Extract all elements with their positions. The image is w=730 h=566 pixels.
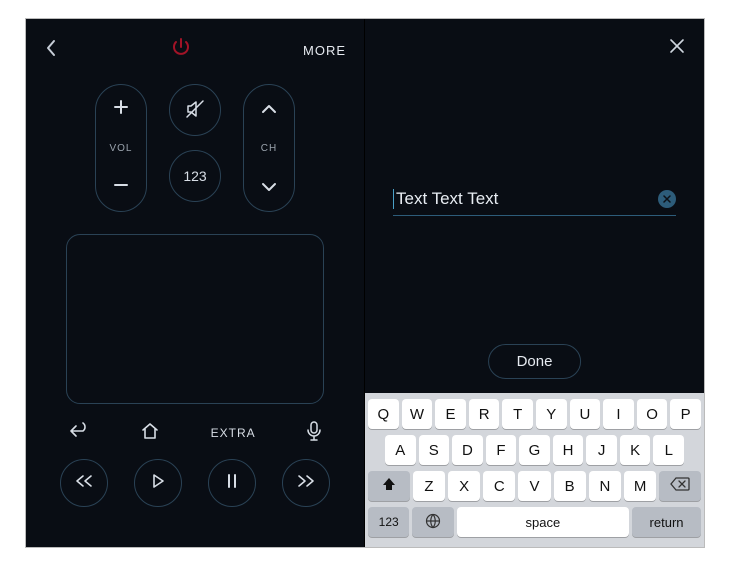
globe-icon — [425, 513, 441, 532]
fast-forward-button[interactable] — [282, 459, 330, 507]
key-x[interactable]: X — [448, 471, 480, 501]
clear-input-icon[interactable] — [658, 190, 676, 208]
key-a[interactable]: A — [385, 435, 416, 465]
key-m[interactable]: M — [624, 471, 656, 501]
keyboard-row-1: QWERTYUIOP — [368, 399, 701, 429]
globe-key[interactable] — [412, 507, 453, 537]
key-q[interactable]: Q — [368, 399, 399, 429]
channel-down-icon[interactable] — [261, 177, 277, 197]
keyboard-row-3: ZXCVBNM — [368, 471, 701, 501]
pause-icon — [225, 473, 239, 494]
key-t[interactable]: T — [502, 399, 533, 429]
key-b[interactable]: B — [554, 471, 586, 501]
play-icon — [151, 473, 165, 494]
key-y[interactable]: Y — [536, 399, 567, 429]
close-icon[interactable] — [668, 37, 686, 60]
volume-label: VOL — [109, 143, 132, 154]
home-icon[interactable] — [140, 421, 160, 444]
center-column: 123 — [169, 84, 221, 212]
pause-button[interactable] — [208, 459, 256, 507]
key-o[interactable]: O — [637, 399, 668, 429]
backspace-icon — [670, 477, 690, 495]
channel-rocker[interactable]: CH — [243, 84, 295, 212]
input-value: Text Text Text — [396, 189, 658, 209]
channel-up-icon[interactable] — [261, 99, 277, 119]
key-e[interactable]: E — [435, 399, 466, 429]
key-p[interactable]: P — [670, 399, 701, 429]
keyboard-row-2: ASDFGHJKL — [368, 435, 701, 465]
key-n[interactable]: N — [589, 471, 621, 501]
key-i[interactable]: I — [603, 399, 634, 429]
app-frame: MORE VOL 123 — [25, 18, 705, 548]
numpad-label: 123 — [183, 168, 206, 184]
mute-button[interactable] — [169, 84, 221, 136]
return-icon[interactable] — [68, 422, 90, 443]
trackpad[interactable] — [66, 234, 324, 404]
space-key[interactable]: space — [457, 507, 629, 537]
volume-down-icon[interactable] — [113, 177, 129, 197]
mute-icon — [184, 98, 206, 123]
more-button[interactable]: MORE — [303, 43, 346, 58]
media-row — [26, 445, 364, 507]
key-u[interactable]: U — [570, 399, 601, 429]
rewind-button[interactable] — [60, 459, 108, 507]
volume-up-icon[interactable] — [113, 99, 129, 119]
key-w[interactable]: W — [402, 399, 433, 429]
key-v[interactable]: V — [518, 471, 550, 501]
shift-key[interactable] — [368, 471, 410, 501]
text-input[interactable]: Text Text Text — [393, 189, 676, 216]
key-j[interactable]: J — [586, 435, 617, 465]
key-h[interactable]: H — [553, 435, 584, 465]
key-k[interactable]: K — [620, 435, 651, 465]
text-input-panel: Text Text Text Done QWERTYUIOP ASDFGHJKL… — [365, 19, 704, 547]
key-f[interactable]: F — [486, 435, 517, 465]
key-r[interactable]: R — [469, 399, 500, 429]
numpad-button[interactable]: 123 — [169, 150, 221, 202]
keyboard: QWERTYUIOP ASDFGHJKL ZXCVBNM 123 space r… — [365, 393, 704, 547]
remote-top-bar: MORE — [26, 19, 364, 72]
rewind-icon — [74, 474, 94, 493]
volume-rocker[interactable]: VOL — [95, 84, 147, 212]
text-cursor — [393, 189, 394, 209]
controls-row: VOL 123 CH — [26, 72, 364, 212]
fast-forward-icon — [296, 474, 316, 493]
backspace-key[interactable] — [659, 471, 701, 501]
back-icon[interactable] — [44, 38, 58, 63]
done-button[interactable]: Done — [488, 344, 582, 379]
key-z[interactable]: Z — [413, 471, 445, 501]
numeric-key[interactable]: 123 — [368, 507, 409, 537]
play-button[interactable] — [134, 459, 182, 507]
key-g[interactable]: G — [519, 435, 550, 465]
mic-icon[interactable] — [306, 420, 322, 445]
shift-icon — [382, 477, 396, 495]
power-icon[interactable] — [170, 37, 192, 64]
keyboard-row-bottom: 123 space return — [368, 507, 701, 537]
key-c[interactable]: C — [483, 471, 515, 501]
remote-panel: MORE VOL 123 — [26, 19, 365, 547]
return-key[interactable]: return — [632, 507, 701, 537]
key-l[interactable]: L — [653, 435, 684, 465]
nav-row: EXTRA — [26, 404, 364, 445]
key-s[interactable]: S — [419, 435, 450, 465]
key-d[interactable]: D — [452, 435, 483, 465]
channel-label: CH — [261, 143, 277, 154]
extra-button[interactable]: EXTRA — [211, 426, 256, 440]
